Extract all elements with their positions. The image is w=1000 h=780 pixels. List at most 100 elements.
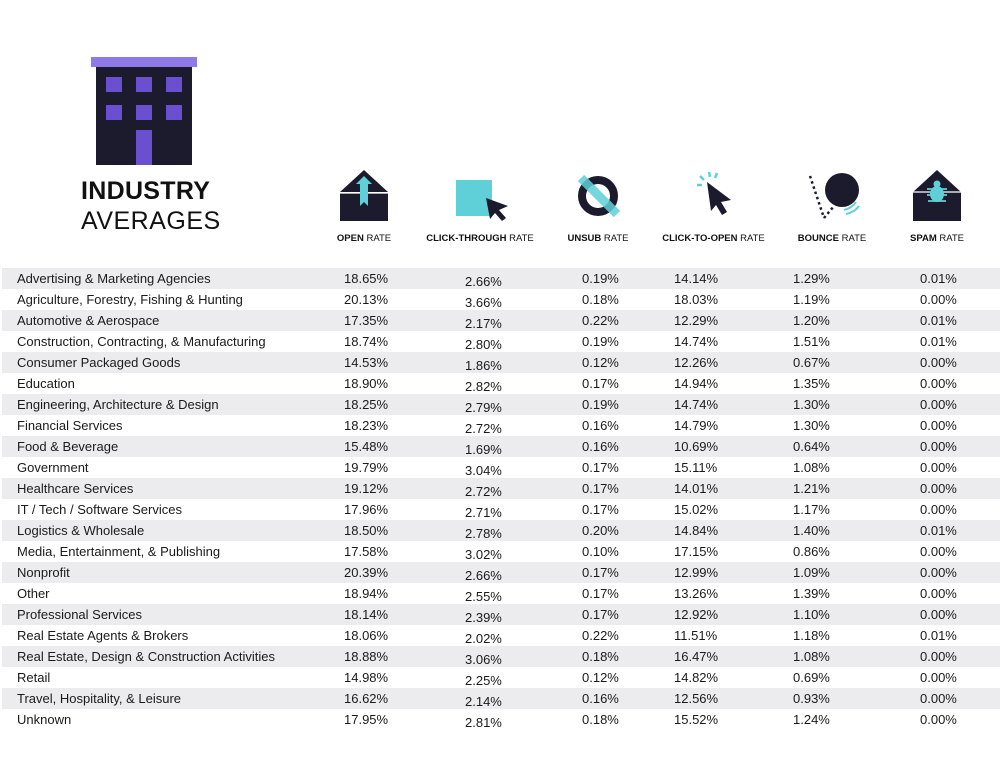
column-label: UNSUB RATE [567,233,629,244]
spam-rate-value: 0.01% [920,628,957,643]
click-to-open-rate-value: 14.79% [674,418,719,433]
click-through-rate-value: 2.66% [465,568,502,583]
bounce-rate-value: 1.39% [793,586,830,601]
unsub-rate-value: 0.16% [582,418,619,433]
industry-name: Healthcare Services [17,481,134,496]
unsub-rate-value: 0.22% [582,628,619,643]
click-to-open-rate-value: 17.15% [674,544,719,559]
table-row: Unknown 17.95% 2.81% 0.18% 15.52% 1.24% 0.00% [2,709,1000,730]
click-through-rate-value: 3.02% [465,547,502,562]
unsub-rate-value: 0.19% [582,334,619,349]
unsub-rate-value: 0.17% [582,460,619,475]
bounce-rate-value: 1.30% [793,397,830,412]
open-rate-value: 18.94% [344,586,389,601]
table-row: Government 19.79% 3.04% 0.17% 15.11% 1.08% 0.0… [2,457,1000,478]
table-row: Advertising & Marketing Agencies 18.65% 2.… [2,268,1000,289]
click-through-rate-value: 1.69% [465,442,502,457]
spam-rate-value: 0.00% [920,670,957,685]
open-rate-value: 18.14% [344,607,389,622]
click-through-rate-value: 2.17% [465,316,502,331]
bounce-rate-value: 1.17% [793,502,830,517]
table-row: Healthcare Services 19.12% 2.72% 0.17% 14.01… [2,478,1000,499]
open-rate-value: 18.23% [344,418,389,433]
industry-averages-table: Advertising & Marketing Agencies 18.65% 2.… [2,268,1000,730]
table-row: Agriculture, Forestry, Fishing & Hunting… [2,289,1000,310]
open-rate-value: 15.48% [344,439,389,454]
table-row: Food & Beverage 15.48% 1.69% 0.16% 10.69% 0.6… [2,436,1000,457]
click-through-rate-value: 3.06% [465,652,502,667]
industry-name: Government [17,460,89,475]
open-rate-value: 17.35% [344,313,389,328]
open-rate-value: 18.25% [344,397,389,412]
spam-rate-value: 0.00% [920,691,957,706]
spam-rate-value: 0.00% [920,355,957,370]
click-to-open-rate-value: 13.26% [674,586,719,601]
table-row: Other 18.94% 2.55% 0.17% 13.26% 1.39% 0.00% [2,583,1000,604]
spam-rate-value: 0.00% [920,607,957,622]
industry-name: Unknown [17,712,72,727]
open-rate-value: 19.79% [344,460,389,475]
spam-rate-value: 0.01% [920,313,957,328]
click-to-open-rate-value: 15.11% [674,460,718,475]
industry-name: Media, Entertainment, & Publishing [17,544,221,559]
spam-rate-value: 0.00% [920,376,957,391]
click-to-open-rate-value: 12.29% [674,313,719,328]
bounce-rate-value: 1.30% [793,418,830,433]
unsub-rate-value: 0.18% [582,649,619,664]
open-envelope-icon [340,170,388,221]
unsub-rate-value: 0.19% [582,271,619,286]
unsubscribe-icon [577,174,621,218]
spam-bug-envelope-icon [913,170,961,221]
click-to-open-rate-value: 14.82% [674,670,719,685]
table-row: Travel, Hospitality, & Leisure 16.62% 2.14… [2,688,1000,709]
unsub-rate-value: 0.18% [582,292,619,307]
click-through-rate-value: 2.71% [465,505,502,520]
industry-name: Professional Services [17,607,142,622]
click-through-rate-value: 2.80% [465,337,502,352]
click-to-open-rate-value: 14.14% [674,271,719,286]
click-to-open-rate-value: 14.74% [674,397,719,412]
click-to-open-rate-value: 11.51% [674,628,718,643]
click-through-rate-value: 2.72% [465,421,502,436]
open-rate-value: 18.74% [344,334,389,349]
industry-name: Engineering, Architecture & Design [17,397,219,412]
table-row: Real Estate, Design & Construction Activ… [2,646,1000,667]
bounce-rate-value: 1.09% [793,565,830,580]
click-through-rate-value: 2.55% [465,589,502,604]
click-through-rate-value: 1.86% [465,358,502,373]
bounce-rate-value: 1.19% [793,292,830,307]
click-through-cursor-icon [456,180,508,221]
click-to-open-rate-value: 12.99% [674,565,719,580]
spam-rate-value: 0.00% [920,544,957,559]
industry-name: Other [17,586,50,601]
spam-rate-value: 0.00% [920,502,957,517]
click-through-rate-value: 2.79% [465,400,502,415]
unsub-rate-value: 0.20% [582,523,619,538]
table-row: Engineering, Architecture & Design 18.25%… [2,394,1000,415]
bounce-rate-value: 1.18% [793,628,830,643]
open-rate-value: 17.58% [344,544,389,559]
open-rate-value: 18.06% [344,628,389,643]
click-through-rate-value: 2.39% [465,610,502,625]
bounce-rate-value: 1.29% [793,271,830,286]
open-rate-value: 14.53% [344,355,389,370]
column-header-spam-rate: SPAM RATE [896,168,978,258]
unsub-rate-value: 0.16% [582,691,619,706]
click-through-rate-value: 2.72% [465,484,502,499]
spam-rate-value: 0.01% [920,271,957,286]
open-rate-value: 16.62% [344,691,389,706]
unsub-rate-value: 0.16% [582,439,619,454]
industry-name: Education [17,376,75,391]
bounce-rate-value: 1.24% [793,712,830,727]
unsub-rate-value: 0.12% [582,355,619,370]
spam-rate-value: 0.00% [920,586,957,601]
unsub-rate-value: 0.17% [582,376,619,391]
column-header-unsub-rate: UNSUB RATE [558,168,638,258]
industry-name: Retail [17,670,51,685]
bounce-rate-value: 1.20% [793,313,830,328]
unsub-rate-value: 0.17% [582,502,619,517]
column-header-open-rate: OPEN RATE [322,168,406,258]
unsub-rate-value: 0.17% [582,481,619,496]
click-to-open-rate-value: 16.47% [674,649,719,664]
spam-rate-value: 0.01% [920,523,957,538]
